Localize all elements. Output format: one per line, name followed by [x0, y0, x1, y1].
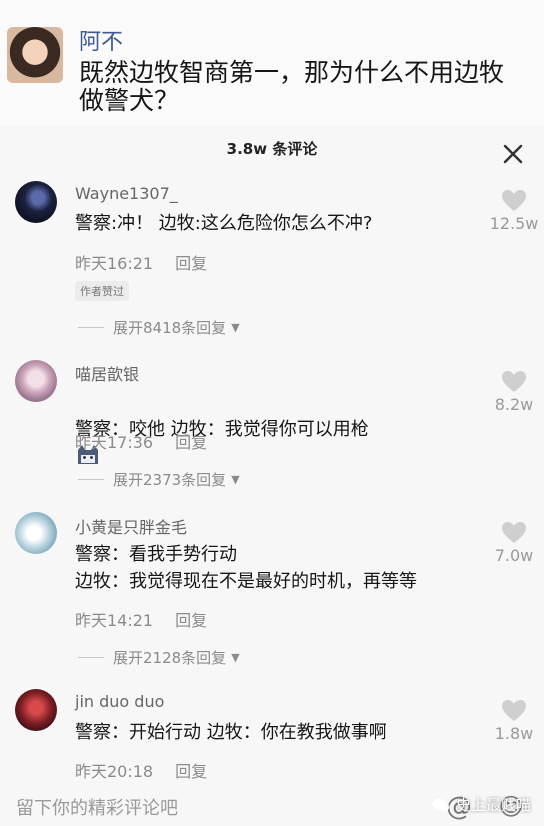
post-author-avatar[interactable]: [7, 27, 63, 83]
commenter-username[interactable]: jin duo duo: [75, 692, 164, 711]
post-header: 阿不 既然边牧智商第一，那为什么不用边牧做警犬？: [0, 0, 544, 130]
expand-replies-label: 展开8418条回复: [113, 319, 227, 337]
wechat-logo: [432, 798, 450, 811]
like-count: 7.0w: [494, 546, 534, 565]
comment-meta: 昨天17:36 回复: [75, 429, 207, 453]
commenter-username[interactable]: 小黄是只胖金毛: [75, 514, 187, 538]
commenter-avatar[interactable]: [15, 181, 57, 223]
comment-time: 昨天16:21: [75, 254, 154, 273]
comment-text: 警察:冲！ 边牧:这么危险你怎么不冲?: [75, 213, 373, 234]
like-button[interactable]: 12.5w: [488, 189, 540, 233]
comment-meta: 昨天16:21 回复: [75, 250, 207, 274]
chevron-down-icon: ▼: [231, 473, 240, 486]
reply-button[interactable]: 回复: [175, 762, 207, 781]
commenter-avatar[interactable]: [15, 512, 57, 554]
commenter-avatar[interactable]: [15, 689, 57, 731]
reply-button[interactable]: 回复: [175, 254, 207, 273]
like-count: 12.5w: [489, 214, 539, 233]
comment-input[interactable]: [14, 793, 348, 823]
expand-replies-label: 展开2373条回复: [113, 471, 227, 489]
comment-meta: 昨天20:18 回复: [75, 758, 207, 782]
like-count: 8.2w: [494, 395, 534, 414]
comment-time: 昨天17:36: [75, 433, 154, 452]
post-title: 既然边牧智商第一，那为什么不用边牧做警犬？: [79, 58, 505, 115]
reply-button[interactable]: 回复: [175, 611, 207, 630]
comment-time: 昨天14:21: [75, 611, 154, 630]
comment-time: 昨天20:18: [75, 762, 154, 781]
commenter-username[interactable]: Wayne1307_: [75, 184, 178, 203]
post-author-name[interactable]: 阿不: [79, 24, 123, 56]
watermark: 史上最贱喵: [432, 794, 531, 815]
like-count: 1.8w: [494, 724, 534, 743]
comment-count: 3.8w 条评论: [226, 140, 318, 158]
comment-meta: 昨天14:21 回复: [75, 607, 207, 631]
expand-replies-button[interactable]: 展开2373条回复 ▼: [78, 469, 240, 490]
heart-icon: [502, 522, 526, 543]
author-liked-badge: 作者赞过: [75, 281, 129, 301]
like-button[interactable]: 8.2w: [488, 370, 540, 414]
heart-icon: [502, 190, 526, 211]
expand-line: [78, 327, 104, 328]
close-icon[interactable]: [501, 142, 525, 166]
heart-icon: [502, 700, 526, 721]
like-button[interactable]: 7.0w: [488, 521, 540, 565]
commenter-username[interactable]: 喵居歆银: [75, 361, 139, 385]
chevron-down-icon: ▼: [231, 321, 240, 334]
expand-replies-button[interactable]: 展开2128条回复 ▼: [78, 647, 240, 668]
comment-text: 警察：开始行动 边牧：你在教我做事啊: [75, 722, 387, 743]
comment-text: 警察：看我手势行动 边牧：我觉得现在不是最好的时机，再等等: [75, 544, 417, 592]
chevron-down-icon: ▼: [231, 651, 240, 664]
expand-replies-button[interactable]: 展开8418条回复 ▼: [78, 317, 240, 338]
expand-line: [78, 479, 104, 480]
watermark-text: 史上最贱喵: [456, 796, 532, 814]
commenter-avatar[interactable]: [15, 360, 57, 402]
reply-button[interactable]: 回复: [175, 433, 207, 452]
like-button[interactable]: 1.8w: [488, 699, 540, 743]
heart-icon: [502, 371, 526, 392]
expand-replies-label: 展开2128条回复: [113, 649, 227, 667]
expand-line: [78, 657, 104, 658]
